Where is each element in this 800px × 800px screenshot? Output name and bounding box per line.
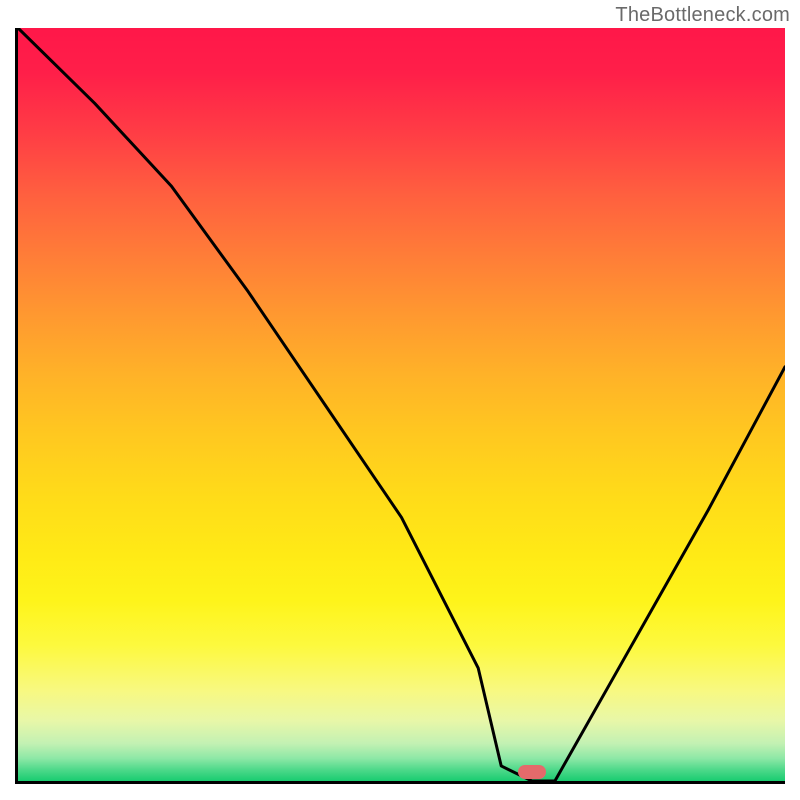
curve-svg bbox=[18, 28, 785, 781]
watermark-text: TheBottleneck.com bbox=[615, 4, 790, 27]
bottleneck-curve bbox=[18, 28, 785, 781]
chart-container: TheBottleneck.com bbox=[0, 0, 800, 800]
plot-area bbox=[15, 28, 785, 784]
minimum-marker bbox=[518, 765, 546, 779]
